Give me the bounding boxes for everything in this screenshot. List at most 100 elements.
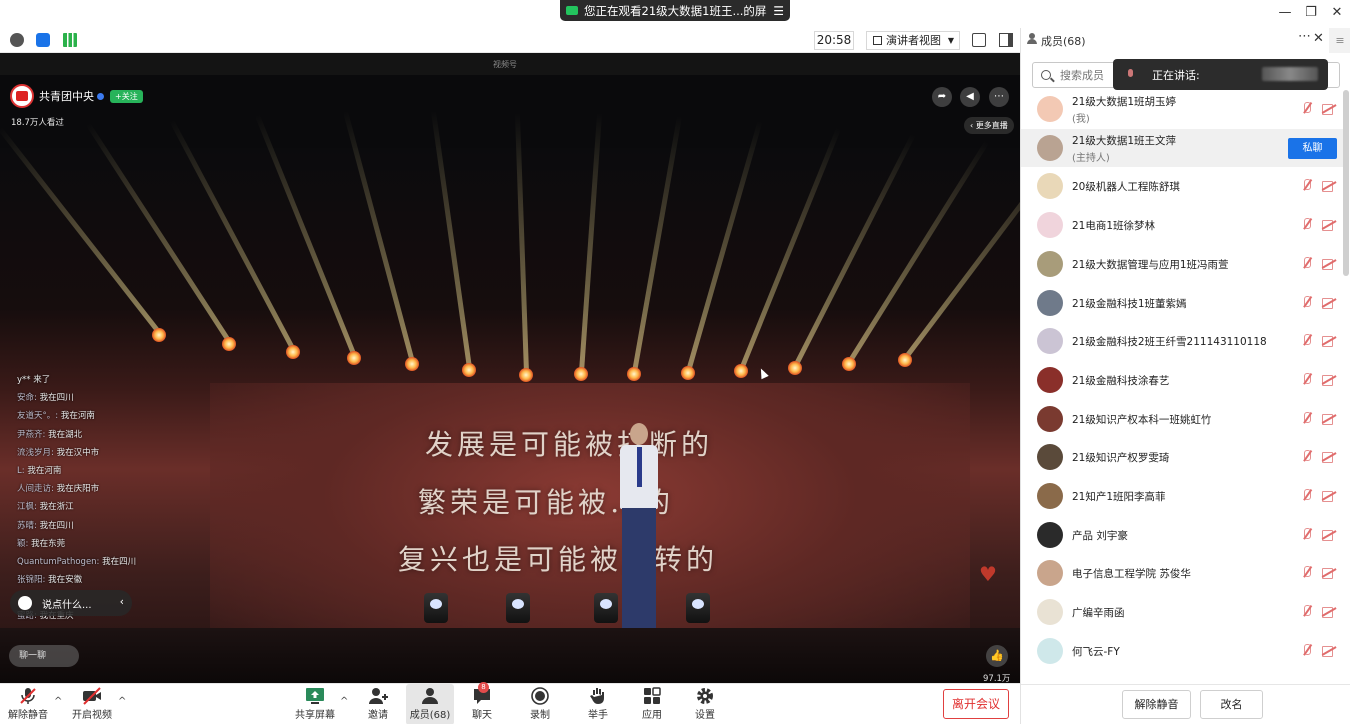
mic-muted-icon[interactable] <box>1301 643 1313 657</box>
camera-off-icon[interactable] <box>1322 258 1336 270</box>
member-row[interactable]: 何飞云-FY <box>1021 632 1343 670</box>
camera-off-icon[interactable] <box>1322 452 1336 464</box>
thumbs-up-icon[interactable]: 👍 <box>986 645 1008 667</box>
more-icon[interactable]: ⋯ <box>1298 29 1311 44</box>
stage-lamp <box>788 361 802 375</box>
more-live-button[interactable]: ‹ 更多直播 <box>964 117 1014 134</box>
camera-off-icon[interactable] <box>1322 607 1336 619</box>
invite-button[interactable]: 邀请 <box>360 684 396 724</box>
comment-line: 江枫: 我在浙江 <box>17 498 217 516</box>
member-row[interactable]: 21级金融科技2班王纤雪211143110118 <box>1021 322 1343 360</box>
camera-off-icon[interactable] <box>1322 181 1336 193</box>
close-icon[interactable]: ✕ <box>1329 5 1345 21</box>
camera-off-icon[interactable] <box>1322 104 1336 115</box>
mic-muted-icon[interactable] <box>1301 605 1313 618</box>
chevron-left-icon[interactable]: ‹ <box>120 595 124 608</box>
member-row[interactable]: 21级金融科技1班董紫嫣 <box>1021 284 1343 322</box>
shield-icon[interactable] <box>36 33 50 47</box>
private-chat-button[interactable]: 私聊 <box>1288 137 1337 159</box>
member-row[interactable]: 21电商1班徐梦林 <box>1021 206 1343 244</box>
member-role: (我) <box>1072 114 1090 125</box>
camera-off-icon[interactable] <box>1322 336 1336 348</box>
member-row[interactable]: 21级大数据1班胡玉婷 (我) <box>1021 90 1343 128</box>
chevron-up-icon[interactable]: ^ <box>340 696 348 707</box>
members-button[interactable]: 成员(68) <box>406 684 454 724</box>
signal-icon[interactable] <box>63 33 77 47</box>
rename-button[interactable]: 改名 <box>1200 690 1263 719</box>
avatar <box>1037 289 1063 316</box>
share-screen-button[interactable]: 共享屏幕 <box>293 684 337 724</box>
camera-off-icon[interactable] <box>1322 297 1336 309</box>
raise-hand-button[interactable]: 举手 <box>582 684 614 724</box>
members-panel: 成员(68) ⋯ ✕ ≡ 正在讲话: 21级大数据1班胡玉婷(我)21级大数据1… <box>1020 28 1350 724</box>
chevron-up-icon[interactable]: ^ <box>54 696 62 707</box>
mic-muted-icon[interactable] <box>1301 218 1313 231</box>
channel-avatar[interactable] <box>10 84 34 108</box>
unmute-button[interactable]: 解除静音 <box>6 684 50 724</box>
camera-off-icon[interactable] <box>1322 645 1336 657</box>
member-row[interactable]: 电子信息工程学院 苏俊华 <box>1021 554 1343 592</box>
mic-muted-icon[interactable] <box>1301 566 1313 579</box>
chat-pill-button[interactable]: 聊一聊 <box>9 645 79 667</box>
shared-screen[interactable]: 视频号 发展是可能被打断的 繁荣是可能被…的 复兴也是可能被…转的 共青团中央 … <box>0 53 1020 683</box>
settings-button[interactable]: 设置 <box>689 684 721 724</box>
mic-muted-icon[interactable] <box>1301 334 1313 347</box>
mic-muted-icon[interactable] <box>1301 295 1313 309</box>
info-icon[interactable] <box>10 33 24 47</box>
avatar <box>1037 405 1063 432</box>
camera-off-icon[interactable] <box>1322 491 1336 502</box>
member-row[interactable]: 21级大数据1班王文萍 (主持人) 私聊 <box>1021 128 1343 167</box>
member-row[interactable]: 21级知识产权罗雯琦 <box>1021 438 1343 476</box>
chat-button[interactable]: 8 聊天 <box>466 682 498 724</box>
mic-muted-icon[interactable] <box>1301 411 1313 425</box>
mic-muted-icon[interactable] <box>1301 179 1313 192</box>
close-icon[interactable]: ✕ <box>1313 31 1324 46</box>
leave-meeting-button[interactable]: 离开会议 <box>943 689 1009 719</box>
camera-icon <box>566 6 578 15</box>
mic-muted-icon[interactable] <box>1301 489 1313 502</box>
screen-share-banner[interactable]: 您正在观看21级大数据1班王...的屏幕 ☰ <box>560 0 790 21</box>
side-menu-icon[interactable]: ≡ <box>1329 28 1350 53</box>
emoji-icon[interactable] <box>18 596 32 610</box>
camera-off-icon[interactable] <box>1322 220 1336 232</box>
restore-icon[interactable]: ❐ <box>1303 5 1319 21</box>
mic-muted-icon[interactable] <box>1301 256 1313 270</box>
mic-muted-icon[interactable] <box>1301 450 1313 463</box>
side-panel-icon[interactable] <box>999 33 1013 47</box>
list-icon[interactable]: ☰ <box>773 4 784 18</box>
member-list-scrollbar[interactable] <box>1343 90 1349 276</box>
share-icon[interactable]: ➦ <box>932 87 952 107</box>
camera-off-icon[interactable] <box>1322 529 1336 541</box>
mic-muted-icon[interactable] <box>1301 102 1313 115</box>
camera-off-icon[interactable] <box>1322 413 1336 425</box>
speaker-view-dropdown[interactable]: 演讲者视图 ▼ <box>866 31 960 50</box>
channel-name[interactable]: 共青团中央 <box>39 88 94 104</box>
more-icon[interactable]: ⋯ <box>989 87 1009 107</box>
member-row[interactable]: 产品 刘宇豪 <box>1021 516 1343 554</box>
member-row[interactable]: 21级知识产权本科一班姚虹竹 <box>1021 400 1343 438</box>
member-row[interactable]: 广编辛雨函 <box>1021 593 1343 631</box>
member-row[interactable]: 21级大数据管理与应用1班冯雨萱 <box>1021 245 1343 283</box>
like-count: 97.1万 <box>983 674 1011 683</box>
chevron-up-icon[interactable]: ^ <box>118 696 126 707</box>
mic-muted-icon[interactable] <box>1301 372 1313 386</box>
fullscreen-icon[interactable] <box>972 33 986 47</box>
camera-off-icon[interactable] <box>1322 374 1336 386</box>
start-video-button[interactable]: 开启视频 <box>70 684 114 724</box>
unmute-all-button[interactable]: 解除静音 <box>1122 690 1191 719</box>
member-row[interactable]: 21知产1班阳李高菲 <box>1021 477 1343 515</box>
avatar <box>1037 599 1063 626</box>
member-row[interactable]: 21级金融科技涂春艺 <box>1021 361 1343 399</box>
apps-button[interactable]: 应用 <box>636 684 668 724</box>
minimize-icon[interactable]: — <box>1277 5 1293 21</box>
comment-user: 张锦阳: <box>17 575 46 586</box>
member-row[interactable]: 20级机器人工程陈舒琪 <box>1021 167 1343 205</box>
record-button[interactable]: 录制 <box>524 684 556 724</box>
mic-muted-icon[interactable] <box>1301 527 1313 541</box>
volume-icon[interactable]: ◀ <box>960 87 980 107</box>
camera-off-icon[interactable] <box>1322 568 1336 580</box>
stage-light <box>424 593 448 623</box>
follow-button[interactable]: +关注 <box>110 89 143 103</box>
heart-icon[interactable]: ♥ <box>979 562 997 586</box>
comment-input[interactable]: 说点什么... ‹ <box>10 590 132 616</box>
